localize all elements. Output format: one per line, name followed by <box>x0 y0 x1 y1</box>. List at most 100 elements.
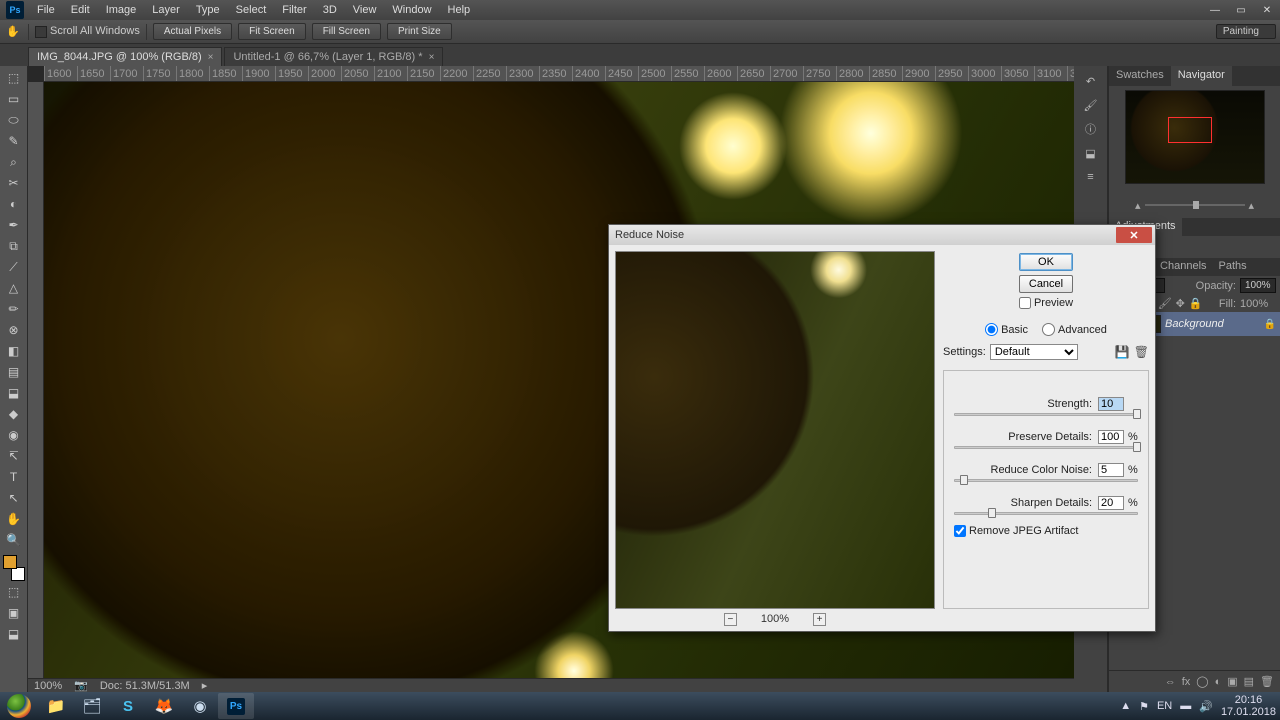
tab-close-icon[interactable]: × <box>208 52 214 63</box>
fx-icon[interactable]: fx <box>1182 676 1191 688</box>
menu-help[interactable]: Help <box>441 2 478 18</box>
start-button[interactable] <box>0 692 38 720</box>
tool-4[interactable]: ⌕ <box>3 152 25 172</box>
tool-5[interactable]: ✂ <box>3 173 25 193</box>
cancel-button[interactable]: Cancel <box>1019 275 1073 293</box>
maximize-button[interactable]: ▭ <box>1228 1 1254 19</box>
volume-icon[interactable]: 🔊 <box>1199 700 1213 713</box>
optbtn-actual-pixels[interactable]: Actual Pixels <box>153 23 232 40</box>
menu-file[interactable]: File <box>30 2 62 18</box>
tool-mode-0[interactable]: ⬚ <box>3 582 25 602</box>
tray-action-icon[interactable]: ⚑ <box>1139 700 1149 713</box>
reduce-color-noise-slider[interactable]: Reduce Color Noise:% <box>954 463 1138 482</box>
dialog-titlebar[interactable]: Reduce Noise ✕ <box>609 225 1155 245</box>
tool-17[interactable]: ◉ <box>3 425 25 445</box>
delete-icon[interactable]: 🗑 <box>1260 675 1274 688</box>
dialog-close-button[interactable]: ✕ <box>1116 227 1152 243</box>
strength-field[interactable] <box>1098 397 1124 411</box>
task-chrome[interactable]: ◉ <box>182 693 218 719</box>
tool-20[interactable]: ↖ <box>3 488 25 508</box>
tool-3[interactable]: ✎ <box>3 131 25 151</box>
advanced-radio[interactable]: Advanced <box>1042 323 1107 336</box>
fill-adjust-icon[interactable]: ◐ <box>1215 676 1222 688</box>
navigator-viewport-rect[interactable] <box>1168 117 1212 143</box>
task-firefox[interactable]: 🦊 <box>146 693 182 719</box>
document-tab[interactable]: Untitled-1 @ 66,7% (Layer 1, RGB/8) *× <box>224 47 443 66</box>
workspace-dropdown[interactable]: Painting <box>1216 24 1276 39</box>
task-explorer[interactable]: 📁 <box>38 693 74 719</box>
brush-icon[interactable]: 🖌 <box>1080 96 1102 114</box>
tab-navigator[interactable]: Navigator <box>1171 66 1232 86</box>
tab-channels[interactable]: Channels <box>1154 258 1212 276</box>
scroll-all-checkbox[interactable]: Scroll All Windows <box>35 25 140 37</box>
lock-position-icon[interactable]: ✥ <box>1176 297 1185 310</box>
fill-field[interactable]: 100% <box>1240 298 1276 310</box>
network-icon[interactable]: ▬ <box>1180 700 1191 712</box>
menu-layer[interactable]: Layer <box>145 2 187 18</box>
task-photoshop[interactable]: Ps <box>218 693 254 719</box>
optbtn-fit-screen[interactable]: Fit Screen <box>238 23 306 40</box>
preserve-field[interactable] <box>1098 430 1124 444</box>
lang-indicator[interactable]: EN <box>1157 700 1172 712</box>
tool-mode-2[interactable]: ⬓ <box>3 624 25 644</box>
menu-edit[interactable]: Edit <box>64 2 97 18</box>
menu-filter[interactable]: Filter <box>275 2 313 18</box>
menu-window[interactable]: Window <box>385 2 438 18</box>
sharpen-field[interactable] <box>1098 496 1124 510</box>
tool-8[interactable]: ⧉ <box>3 236 25 256</box>
tool-1[interactable]: ▭ <box>3 89 25 109</box>
menu-view[interactable]: View <box>346 2 384 18</box>
history-icon[interactable]: ↶ <box>1080 72 1102 90</box>
optbtn-print-size[interactable]: Print Size <box>387 23 452 40</box>
lock-all-icon[interactable]: 🔒 <box>1189 297 1203 310</box>
delete-preset-icon[interactable]: 🗑 <box>1134 345 1149 359</box>
zoom-value[interactable]: 100% <box>34 680 62 692</box>
navigator-zoom-slider[interactable]: ▴ ▴ <box>1109 198 1280 212</box>
tab-swatches[interactable]: Swatches <box>1109 66 1171 86</box>
save-preset-icon[interactable]: 💾 <box>1115 345 1130 359</box>
menu-type[interactable]: Type <box>189 2 227 18</box>
navigator-thumbnail[interactable] <box>1125 90 1265 184</box>
tool-21[interactable]: ✋ <box>3 509 25 529</box>
color-swatches[interactable] <box>3 555 25 581</box>
tool-11[interactable]: ✏ <box>3 299 25 319</box>
preview-checkbox[interactable]: Preview <box>1019 297 1073 309</box>
strength-slider[interactable]: Strength: <box>954 397 1138 416</box>
optbtn-fill-screen[interactable]: Fill Screen <box>312 23 381 40</box>
tool-mode-1[interactable]: ▣ <box>3 603 25 623</box>
tab-paths[interactable]: Paths <box>1213 258 1253 276</box>
basic-radio[interactable]: Basic <box>985 323 1028 336</box>
tool-15[interactable]: ⬓ <box>3 383 25 403</box>
tray-flag-icon[interactable]: ▲ <box>1120 700 1131 712</box>
tab-close-icon[interactable]: × <box>429 52 435 63</box>
new-layer-icon[interactable]: ▤ <box>1244 675 1254 688</box>
dialog-preview[interactable] <box>615 251 935 609</box>
info-icon[interactable]: ⓘ <box>1080 120 1102 138</box>
clock[interactable]: 20:16 17.01.2018 <box>1221 694 1276 718</box>
nav-tabs[interactable]: Swatches Navigator <box>1109 66 1280 86</box>
sharpen-details-slider[interactable]: Sharpen Details:% <box>954 496 1138 515</box>
document-tab[interactable]: IMG_8044.JPG @ 100% (RGB/8)× <box>28 47 222 66</box>
tool-22[interactable]: 🔍 <box>3 530 25 550</box>
ok-button[interactable]: OK <box>1019 253 1073 271</box>
task-skype[interactable]: S <box>110 693 146 719</box>
tool-2[interactable]: ⬭ <box>3 110 25 130</box>
group-icon[interactable]: ▣ <box>1227 675 1237 688</box>
tool-0[interactable]: ⬚ <box>3 68 25 88</box>
task-folder[interactable]: 🗂 <box>74 693 110 719</box>
menu-3d[interactable]: 3D <box>316 2 344 18</box>
zoom-in-button[interactable]: + <box>813 613 826 626</box>
tool-19[interactable]: T <box>3 467 25 487</box>
opacity-field[interactable]: 100% <box>1240 278 1276 293</box>
minimize-button[interactable]: — <box>1202 1 1228 19</box>
tool-7[interactable]: ✒ <box>3 215 25 235</box>
zoom-in-icon[interactable]: ▴ <box>1249 199 1255 212</box>
tool-14[interactable]: ▤ <box>3 362 25 382</box>
color-noise-field[interactable] <box>1098 463 1124 477</box>
mask-icon[interactable]: ◯ <box>1196 675 1208 688</box>
tool-6[interactable]: ◐ <box>3 194 25 214</box>
close-button[interactable]: ✕ <box>1254 1 1280 19</box>
lock-pixels-icon[interactable]: 🖌 <box>1158 297 1172 310</box>
tool-18[interactable]: ↸ <box>3 446 25 466</box>
remove-jpeg-checkbox[interactable]: Remove JPEG Artifact <box>954 525 1138 537</box>
